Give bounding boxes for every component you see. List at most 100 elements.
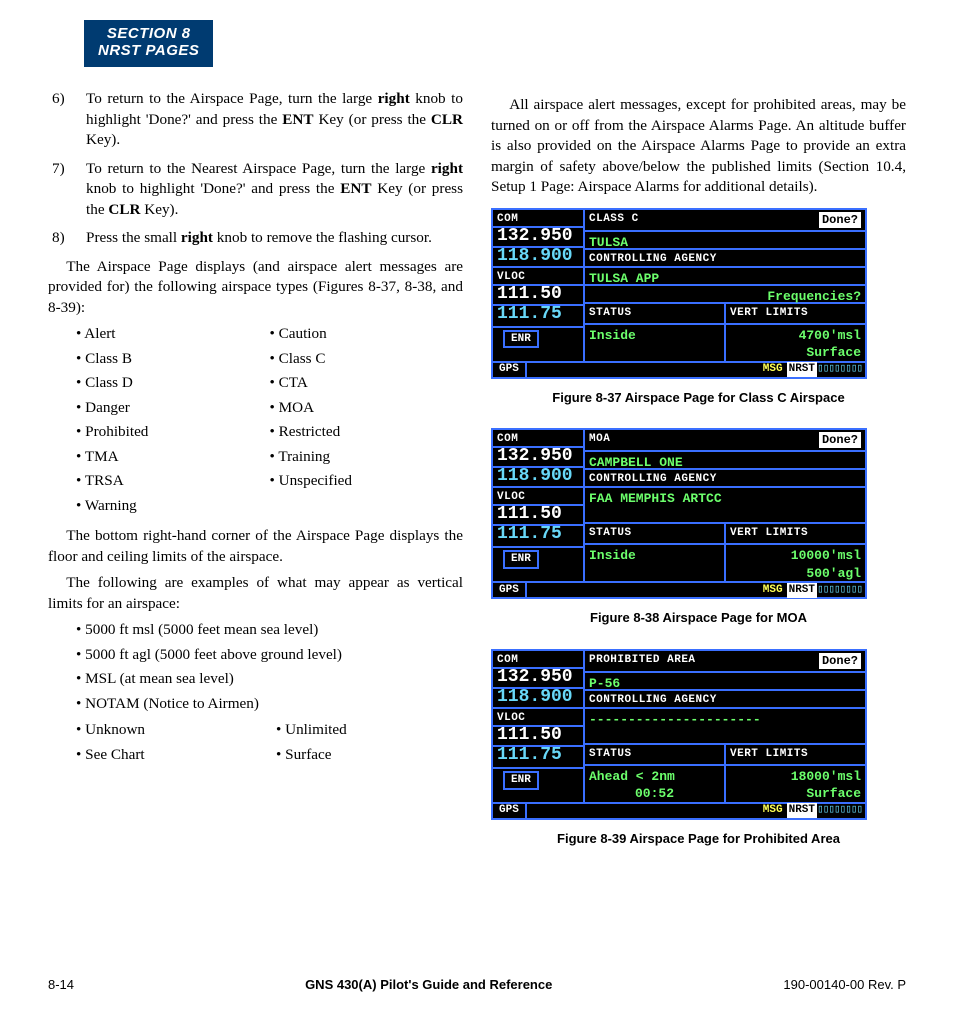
status-value: Inside: [585, 545, 726, 581]
step-6: 6) To return to the Airspace Page, turn …: [48, 89, 463, 151]
controlling-agency: FAA MEMPHIS ARTCC: [585, 488, 865, 524]
airspace-name: CAMPBELL ONE: [585, 452, 865, 470]
list-item: MOA: [270, 398, 464, 419]
vert-limits-label: VERT LIMITS: [726, 524, 865, 543]
step-number: 6): [48, 89, 86, 151]
msg-indicator: MSG: [759, 803, 787, 818]
status-value: Ahead < 2nm 00:52: [585, 766, 726, 802]
list-item: Restricted: [270, 422, 464, 443]
list-item: 5000 ft agl (5000 feet above ground leve…: [76, 645, 463, 666]
section-line2: NRST PAGES: [98, 43, 199, 60]
list-item: Class D: [76, 373, 270, 394]
list-item: Prohibited: [76, 422, 270, 443]
step-8: 8) Press the small right knob to remove …: [48, 228, 463, 249]
com-standby: 118.900: [493, 689, 583, 709]
gps-screen: COM 132.950 118.900 VLOC 111.50 111.75 E…: [491, 649, 867, 820]
vert-limits-label: VERT LIMITS: [726, 745, 865, 764]
list-item: See Chart: [76, 745, 276, 766]
controlling-agency-label: CONTROLLING AGENCY: [585, 470, 865, 488]
nrst-indicator: NRST: [787, 583, 817, 598]
com-active: 132.950: [493, 448, 583, 468]
list-item: Surface: [276, 745, 347, 766]
figure-8-37: COM 132.950 118.900 VLOC 111.50 111.75 E…: [491, 208, 906, 407]
page-boxes-icon: ▯▯▯▯▯▯▯▯: [817, 583, 865, 598]
controlling-agency: TULSA APP: [585, 268, 865, 286]
com-active: 132.950: [493, 669, 583, 689]
vloc-standby: 111.75: [493, 306, 583, 326]
done-prompt[interactable]: Done?: [819, 432, 861, 448]
step-body: To return to the Airspace Page, turn the…: [86, 89, 463, 151]
list-item: Warning: [76, 496, 270, 517]
vert-limits-value: 4700'msl Surface: [726, 325, 865, 361]
vloc-label: VLOC: [493, 709, 583, 727]
status-value: Inside: [585, 325, 726, 361]
list-item: TMA: [76, 447, 270, 468]
paragraph: The bottom right-hand corner of the Airs…: [48, 526, 463, 567]
vloc-active: 111.50: [493, 286, 583, 306]
msg-indicator: MSG: [759, 362, 787, 377]
enr-indicator: ENR: [503, 330, 539, 349]
vert-limits-value: 10000'msl 500'agl: [726, 545, 865, 581]
list-item: Alert: [76, 324, 270, 345]
footer: 8-14 GNS 430(A) Pilot's Guide and Refere…: [48, 977, 906, 992]
section-header: SECTION 8 NRST PAGES: [84, 20, 213, 67]
com-standby: 118.900: [493, 468, 583, 488]
vloc-label: VLOC: [493, 488, 583, 506]
list-item: 5000 ft msl (5000 feet mean sea level): [76, 620, 463, 641]
gps-label: GPS: [493, 583, 527, 598]
paragraph: The Airspace Page displays (and airspace…: [48, 257, 463, 319]
vert-limits-value: 18000'msl Surface: [726, 766, 865, 802]
list-item: NOTAM (Notice to Airmen): [76, 694, 463, 715]
paragraph: The following are examples of what may a…: [48, 573, 463, 614]
status-label: STATUS: [585, 745, 726, 764]
com-label: COM: [493, 651, 583, 669]
paragraph: All airspace alert messages, except for …: [491, 95, 906, 198]
gps-label: GPS: [493, 803, 527, 818]
vloc-active: 111.50: [493, 727, 583, 747]
done-prompt[interactable]: Done?: [819, 653, 861, 669]
com-active: 132.950: [493, 228, 583, 248]
figure-caption: Figure 8-37 Airspace Page for Class C Ai…: [491, 389, 906, 407]
com-label: COM: [493, 430, 583, 448]
vert-limits-list-2: Unknown See Chart Unlimited Surface: [76, 720, 463, 769]
vloc-standby: 111.75: [493, 747, 583, 767]
controlling-agency-label: CONTROLLING AGENCY: [585, 691, 865, 709]
gps-screen: COM 132.950 118.900 VLOC 111.50 111.75 E…: [491, 428, 867, 599]
list-item: TRSA: [76, 471, 270, 492]
document-revision: 190-00140-00 Rev. P: [783, 977, 906, 992]
list-item: MSL (at mean sea level): [76, 669, 463, 690]
list-item: Class B: [76, 349, 270, 370]
left-column: 6) To return to the Airspace Page, turn …: [48, 89, 463, 869]
status-label: STATUS: [585, 524, 726, 543]
airspace-name: P-56: [585, 673, 865, 691]
page-boxes-icon: ▯▯▯▯▯▯▯▯: [817, 803, 865, 818]
list-item: Class C: [270, 349, 464, 370]
nrst-indicator: NRST: [787, 803, 817, 818]
vert-limits-list: 5000 ft msl (5000 feet mean sea level) 5…: [76, 620, 463, 714]
step-body: Press the small right knob to remove the…: [86, 228, 463, 249]
page-boxes-icon: ▯▯▯▯▯▯▯▯: [817, 362, 865, 377]
vloc-active: 111.50: [493, 506, 583, 526]
controlling-agency: ----------------------: [585, 709, 865, 745]
list-item: Unlimited: [276, 720, 347, 741]
frequencies-prompt[interactable]: Frequencies?: [585, 286, 865, 304]
list-item: Unknown: [76, 720, 276, 741]
list-item: Danger: [76, 398, 270, 419]
figure-caption: Figure 8-38 Airspace Page for MOA: [491, 609, 906, 627]
done-prompt[interactable]: Done?: [819, 212, 861, 228]
list-item: Training: [270, 447, 464, 468]
step-number: 8): [48, 228, 86, 249]
document-title: GNS 430(A) Pilot's Guide and Reference: [305, 977, 552, 992]
msg-indicator: MSG: [759, 583, 787, 598]
list-item: Caution: [270, 324, 464, 345]
figure-caption: Figure 8-39 Airspace Page for Prohibited…: [491, 830, 906, 848]
airspace-name: TULSA: [585, 232, 865, 250]
airspace-type: PROHIBITED AREA: [589, 653, 696, 669]
vloc-standby: 111.75: [493, 526, 583, 546]
enr-indicator: ENR: [503, 550, 539, 569]
airspace-type: MOA: [589, 432, 610, 448]
list-item: Unspecified: [270, 471, 464, 492]
page-number: 8-14: [48, 977, 74, 992]
com-standby: 118.900: [493, 248, 583, 268]
status-label: STATUS: [585, 304, 726, 323]
